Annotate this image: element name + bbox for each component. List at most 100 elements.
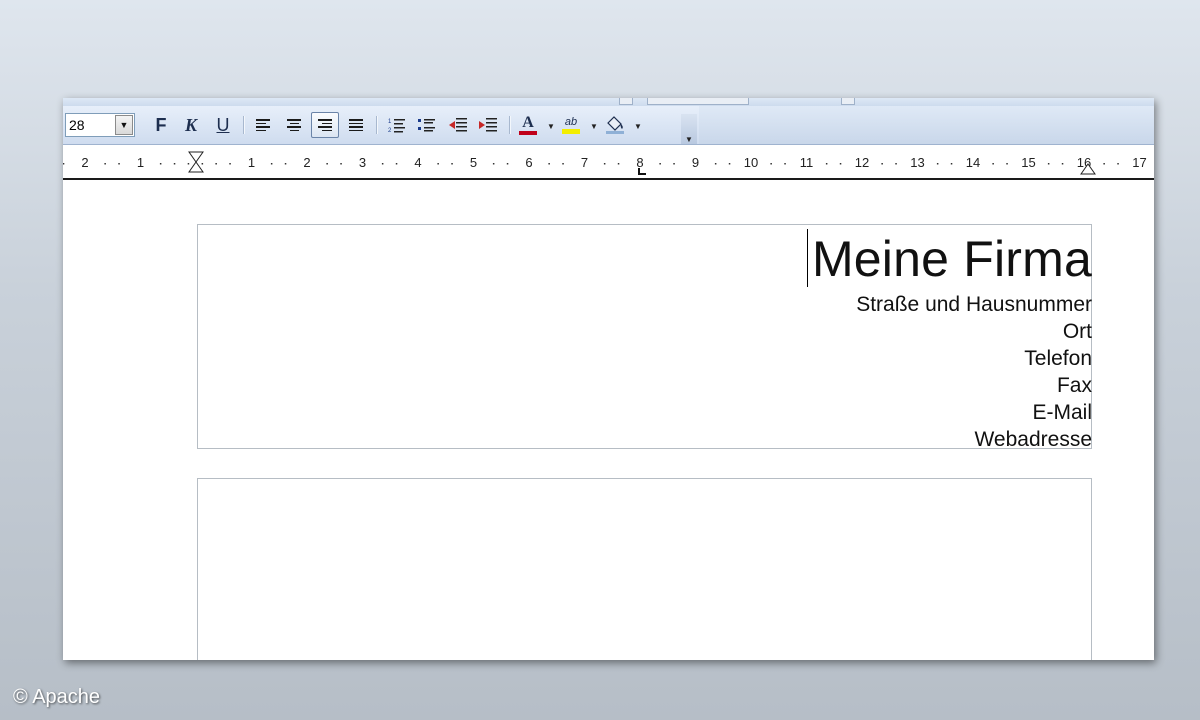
ruler-tick: [118, 163, 120, 165]
toolbar-scroll-right[interactable]: [841, 98, 855, 105]
ruler-tick: [340, 163, 342, 165]
align-left-icon: [256, 119, 270, 131]
ruler-tick: [936, 163, 939, 165]
ruler-label: 13: [910, 155, 924, 170]
ruler-label: 8: [636, 155, 643, 170]
ruler-label: 2: [81, 155, 88, 170]
sender-address-block: Meine Firma Straße und Hausnummer Ort Te…: [806, 225, 1092, 453]
ruler-label: 17: [1132, 155, 1146, 170]
ruler-tick: [395, 163, 398, 165]
fax-line[interactable]: Fax: [812, 372, 1092, 399]
decrease-indent-button[interactable]: [444, 112, 472, 138]
ruler-tick: [825, 163, 828, 165]
ruler-tick: [270, 163, 273, 165]
ruler-tick: [659, 163, 661, 165]
ruler-tick: [992, 163, 994, 165]
font-color-button[interactable]: A: [514, 112, 542, 138]
letterhead-frame[interactable]: Meine Firma Straße und Hausnummer Ort Te…: [197, 224, 1092, 451]
svg-text:1: 1: [388, 119, 392, 125]
ruler-tick: [1047, 163, 1050, 165]
ruler-tick: [1061, 163, 1064, 165]
ruler-label: 9: [692, 155, 699, 170]
upper-toolbar-strip: [63, 98, 1154, 106]
body-frame[interactable]: [197, 478, 1092, 660]
font-size-combo[interactable]: ▼: [65, 113, 135, 137]
ruler-label: 15: [1021, 155, 1035, 170]
ruler-tick: [381, 163, 384, 165]
toolbar-separator: [243, 116, 245, 134]
align-right-button[interactable]: [311, 112, 339, 138]
ruler-label: 6: [525, 155, 532, 170]
ruler-tick: [770, 163, 772, 165]
font-size-input[interactable]: [66, 114, 119, 136]
align-right-icon: [318, 119, 332, 131]
ruler-label: 12: [855, 155, 869, 170]
chevron-down-icon[interactable]: ▼: [115, 115, 133, 135]
company-name-line[interactable]: Meine Firma: [806, 227, 1092, 291]
ruler-label: 10: [744, 155, 758, 170]
underline-label: U: [216, 114, 230, 135]
decrease-indent-icon: [449, 118, 467, 132]
ruler-label: 2: [303, 155, 310, 170]
background-color-dropdown-icon[interactable]: ▼: [634, 122, 642, 131]
underline-button[interactable]: U: [209, 112, 237, 138]
ruler-tick: [437, 163, 439, 165]
city-line[interactable]: Ort: [812, 318, 1092, 345]
ruler-tick: [104, 163, 106, 165]
ruler-tick: [201, 163, 204, 165]
toolbar-scroll-left[interactable]: [619, 98, 633, 105]
ruler-label: 5: [470, 155, 477, 170]
highlight-dropdown-icon[interactable]: ▼: [590, 122, 598, 131]
ruler-label: 14: [966, 155, 980, 170]
ruler-tick: [784, 163, 786, 165]
ruler-tick: [159, 163, 162, 165]
left-indent-marker[interactable]: [188, 151, 204, 173]
highlight-icon: ab: [564, 116, 578, 128]
background-color-button[interactable]: [601, 112, 629, 138]
website-line[interactable]: Webadresse: [812, 426, 1092, 453]
font-color-dropdown-icon[interactable]: ▼: [547, 122, 555, 131]
ruler-tick: [63, 163, 65, 165]
justify-button[interactable]: [342, 112, 370, 138]
ruler-tick: [187, 163, 190, 165]
ruler-tick: [492, 163, 495, 165]
street-line[interactable]: Straße und Hausnummer: [812, 291, 1092, 318]
copyright-caption: © Apache: [13, 686, 101, 708]
text-cursor: [806, 229, 808, 287]
phone-line[interactable]: Telefon: [812, 345, 1092, 372]
ruler-tick: [673, 163, 675, 165]
ruler-tick: [173, 163, 176, 165]
bulleted-list-icon: [418, 119, 435, 132]
toolbar-overflow-button[interactable]: ▼: [681, 114, 697, 144]
align-center-button[interactable]: [280, 112, 308, 138]
ruler-tick: [714, 163, 717, 165]
align-left-button[interactable]: [249, 112, 277, 138]
bold-label: F: [155, 114, 167, 135]
ruler-tick: [895, 163, 897, 165]
ruler-label: 11: [800, 155, 814, 170]
ruler-tick: [562, 163, 564, 165]
document-page[interactable]: Meine Firma Straße und Hausnummer Ort Te…: [63, 180, 1154, 660]
svg-text:2: 2: [388, 128, 392, 133]
ruler-tick: [617, 163, 620, 165]
horizontal-ruler[interactable]: 2 1 1 2 3 4 5 6 7 8 9 10 11 12 13 14 15 16 17: [63, 146, 1154, 180]
bold-button[interactable]: F: [147, 112, 175, 138]
highlight-button[interactable]: ab: [557, 112, 585, 138]
increase-indent-button[interactable]: [474, 112, 502, 138]
italic-button[interactable]: K: [177, 112, 205, 138]
ruler-tick: [506, 163, 509, 165]
toolbar-separator: [376, 116, 378, 134]
highlight-swatch: [562, 129, 580, 134]
toolbar-dropdown-remnant[interactable]: [647, 98, 749, 105]
paint-bucket-icon: [606, 116, 624, 134]
ruler-label: 4: [414, 155, 421, 170]
bullets-button[interactable]: [413, 112, 441, 138]
ruler-tick: [1117, 163, 1119, 165]
ruler-label: 1: [137, 155, 144, 170]
ruler-tick: [326, 163, 328, 165]
ruler-tick: [881, 163, 883, 165]
align-center-icon: [287, 119, 301, 131]
numbering-button[interactable]: 1 2: [383, 112, 411, 138]
email-line[interactable]: E-Mail: [812, 399, 1092, 426]
ruler-tick: [229, 163, 231, 165]
